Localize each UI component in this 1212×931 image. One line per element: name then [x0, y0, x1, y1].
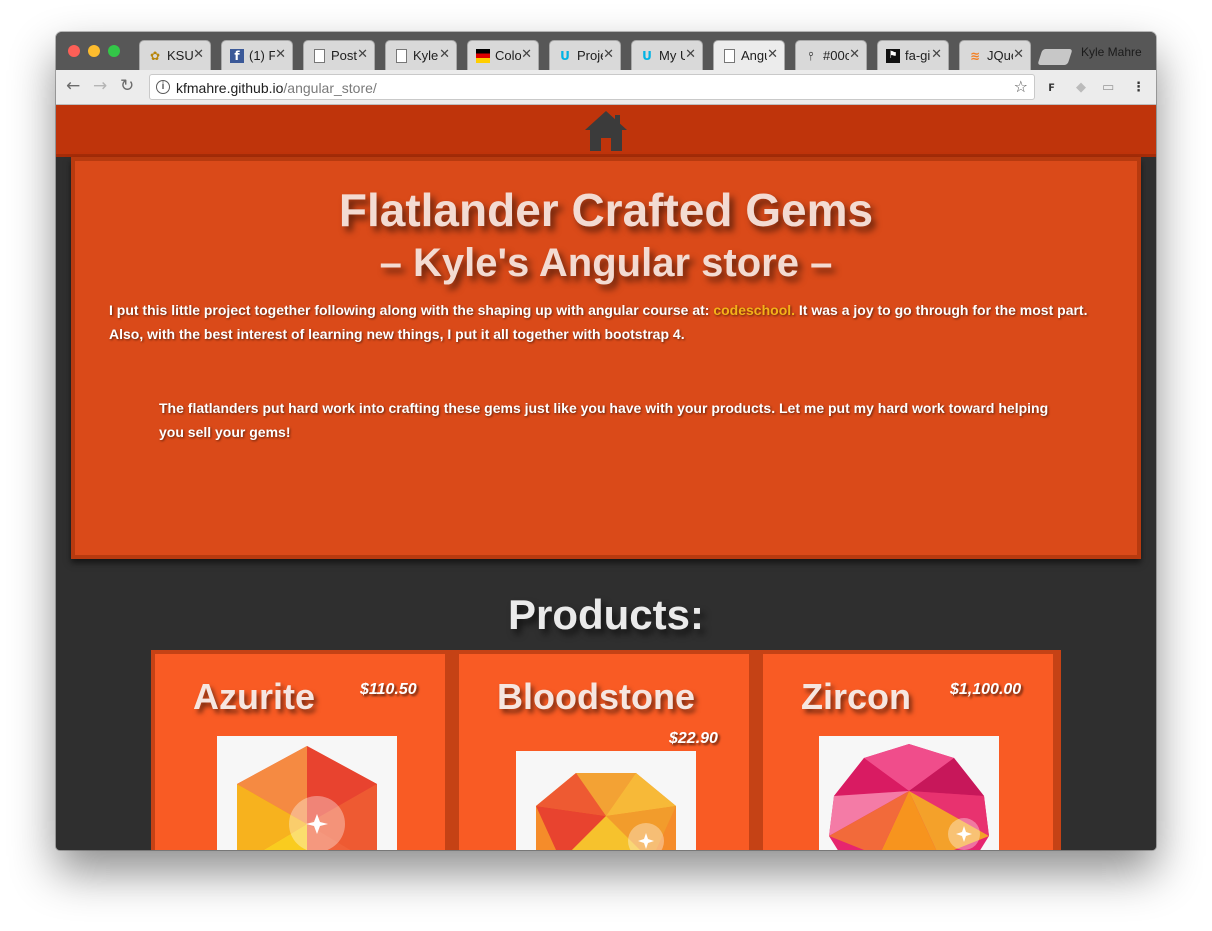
page-title: Flatlander Crafted Gems — [338, 184, 874, 236]
tab-strip: ✿ KSU ✕ f (1) F ✕ Post ✕ Kyle ✕ Colo ✕ U… — [56, 32, 1156, 70]
codeschool-link[interactable]: codeschool. — [713, 302, 795, 318]
product-card-bloodstone[interactable]: Bloodstone $22.90 — [459, 654, 749, 850]
zoom-window-button[interactable] — [108, 45, 120, 57]
product-name: Bloodstone — [497, 676, 695, 717]
close-tab-icon[interactable]: ✕ — [275, 47, 286, 62]
minimize-window-button[interactable] — [88, 45, 100, 57]
browser-tab[interactable]: ✿ KSU ✕ — [139, 40, 211, 70]
url-host: kfmahre.github.io — [176, 80, 284, 96]
home-icon[interactable] — [582, 109, 630, 153]
product-name: Zircon — [801, 676, 912, 717]
product-price: $1,100.00 — [950, 681, 1022, 698]
new-tab-button[interactable] — [1037, 49, 1073, 65]
ksu-favicon-icon: ✿ — [149, 49, 161, 63]
menu-kebab-icon[interactable]: ⋮ — [1132, 80, 1145, 95]
close-tab-icon[interactable]: ✕ — [1013, 47, 1024, 62]
close-tab-icon[interactable]: ✕ — [849, 47, 860, 62]
browser-tab[interactable]: U My U ✕ — [631, 40, 703, 70]
close-tab-icon[interactable]: ✕ — [931, 47, 942, 62]
hero-jumbotron: Flatlander Crafted Gems – Kyle's Angular… — [71, 157, 1141, 559]
udacity-favicon-icon: U — [642, 49, 652, 63]
tab-label: My U — [659, 48, 685, 63]
azurite-gem-image[interactable] — [217, 736, 397, 850]
browser-tab[interactable]: U Proje ✕ — [549, 40, 621, 70]
close-tab-icon[interactable]: ✕ — [603, 47, 614, 62]
product-card-azurite[interactable]: Azurite $110.50 — [155, 654, 445, 850]
stackoverflow-favicon-icon: ≋ — [969, 49, 981, 63]
address-bar[interactable]: i kfmahre.github.io/angular_store/ ☆ — [149, 74, 1035, 100]
url-text: kfmahre.github.io/angular_store/ — [176, 80, 377, 96]
forward-arrow-icon[interactable]: → — [93, 76, 107, 96]
product-card-zircon[interactable]: Zircon $1,100.00 — [763, 654, 1053, 850]
browser-tab[interactable]: ⚑ fa-gi ✕ — [877, 40, 949, 70]
tab-label: Colo — [495, 48, 521, 63]
close-tab-icon[interactable]: ✕ — [521, 47, 532, 62]
bloodstone-gem-icon — [536, 773, 676, 850]
colors-favicon-icon — [476, 49, 490, 63]
intro-text-before: I put this little project together follo… — [109, 302, 714, 318]
azurite-gem-icon — [237, 746, 377, 850]
products-grid: Azurite $110.50 Bloodstone $22.90 Zircon… — [151, 650, 1061, 850]
tab-label: Post — [331, 48, 357, 63]
browser-tab[interactable]: ≋ JQue ✕ — [959, 40, 1031, 70]
page-icon — [314, 49, 325, 63]
close-tab-icon[interactable]: ✕ — [193, 47, 204, 62]
url-path: /angular_store/ — [283, 80, 377, 96]
site-navbar — [56, 105, 1156, 157]
bloodstone-gem-image[interactable] — [516, 751, 696, 850]
product-price: $110.50 — [360, 681, 417, 698]
browser-tab[interactable]: Post ✕ — [303, 40, 375, 70]
product-price: $22.90 — [669, 730, 718, 747]
zircon-gem-icon — [829, 744, 989, 850]
zircon-gem-image[interactable] — [819, 736, 999, 850]
tab-label: Proje — [577, 48, 603, 63]
page-icon — [724, 49, 735, 63]
back-arrow-icon[interactable]: ← — [66, 76, 80, 96]
bookmark-star-icon[interactable]: ☆ — [1014, 77, 1028, 96]
browser-tab[interactable]: Kyle ✕ — [385, 40, 457, 70]
cast-icon[interactable]: ▭ — [1102, 80, 1114, 95]
intro-paragraph: I put this little project together follo… — [109, 298, 1109, 346]
flag-favicon-icon: ⚑ — [886, 49, 900, 63]
browser-tab[interactable]: Colo ✕ — [467, 40, 539, 70]
close-tab-icon[interactable]: ✕ — [357, 47, 368, 62]
product-name: Azurite — [193, 676, 316, 717]
browser-window: ✿ KSU ✕ f (1) F ✕ Post ✕ Kyle ✕ Colo ✕ U… — [56, 32, 1156, 850]
close-tab-icon[interactable]: ✕ — [439, 47, 450, 62]
browser-tab-active[interactable]: Angu ✕ — [713, 40, 785, 70]
blurb-paragraph: The flatlanders put hard work into craft… — [159, 400, 1049, 440]
close-window-button[interactable] — [68, 45, 80, 57]
page-icon — [396, 49, 407, 63]
extension-icon[interactable]: ꜰ — [1048, 80, 1055, 95]
tab-label: Kyle — [413, 48, 439, 63]
page-subtitle: – Kyle's Angular store – — [379, 241, 833, 285]
extension-icon[interactable]: ◆ — [1076, 80, 1086, 95]
page-viewport: Flatlander Crafted Gems – Kyle's Angular… — [56, 105, 1156, 850]
profile-name[interactable]: Kyle Mahre — [1081, 45, 1142, 59]
browser-tab[interactable]: f (1) F ✕ — [221, 40, 293, 70]
tab-label: fa-gi — [905, 48, 931, 63]
tab-label: JQue — [987, 48, 1013, 63]
info-icon[interactable]: i — [156, 80, 170, 94]
tab-label: (1) F — [249, 48, 275, 63]
facebook-favicon-icon: f — [230, 49, 244, 63]
products-heading: Products: — [507, 591, 704, 638]
tab-label: Angu — [741, 48, 767, 63]
tab-label: #00c — [823, 48, 849, 63]
udacity-favicon-icon: U — [560, 49, 570, 63]
pin-favicon-icon: ⫯ — [808, 49, 814, 63]
close-tab-icon[interactable]: ✕ — [685, 47, 696, 62]
browser-toolbar: ← → ↻ i kfmahre.github.io/angular_store/… — [56, 70, 1156, 105]
close-tab-icon[interactable]: ✕ — [767, 47, 778, 62]
browser-tab[interactable]: ⫯ #00c ✕ — [795, 40, 867, 70]
tab-label: KSU — [167, 48, 193, 63]
reload-icon[interactable]: ↻ — [120, 76, 134, 96]
